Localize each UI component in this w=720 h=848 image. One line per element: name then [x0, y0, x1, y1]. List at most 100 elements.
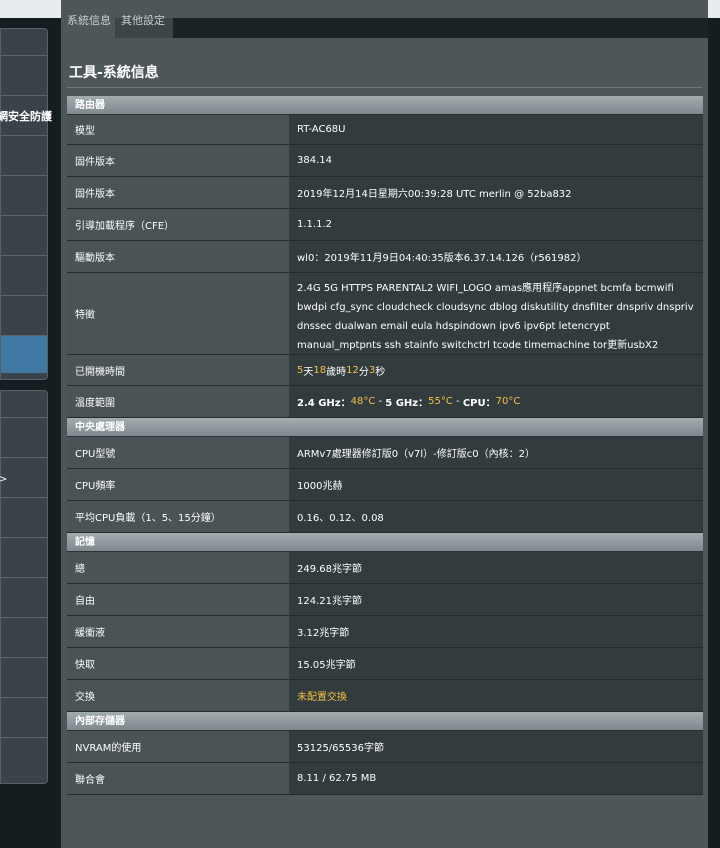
sidebar-group-2: >: [0, 390, 48, 784]
table-row: NVRAM的使用 53125/65536字節: [67, 731, 703, 763]
chevron-right-icon: >: [0, 474, 8, 485]
row-value: 8.11 / 62.75 MB: [289, 763, 703, 794]
uptime-hours: 18: [313, 364, 327, 376]
row-key: CPU頻率: [67, 469, 289, 500]
row-value: 1.1.1.2: [289, 209, 703, 240]
table-row: CPU頻率 1000兆赫: [67, 469, 703, 501]
sidebar-item-label: 網安全防護: [0, 110, 52, 123]
row-key: 引導加載程序（CFE）: [67, 209, 289, 240]
temp-5-value: 55°C: [428, 396, 453, 407]
row-value: 2.4G 5G HTTPS PARENTAL2 WIFI_LOGO amas應用…: [289, 273, 703, 370]
uptime-hours-unit: 歲: [326, 366, 337, 378]
sidebar-item[interactable]: [1, 537, 47, 577]
row-key: 聯合會: [67, 763, 289, 794]
row-key: 溫度範圍: [67, 386, 289, 417]
sidebar-item[interactable]: [1, 417, 47, 457]
sidebar-item[interactable]: [1, 737, 47, 777]
table-row: 自由 124.21兆字節: [67, 584, 703, 616]
row-value: RT-AC68U: [289, 115, 703, 144]
uptime-value: 5 天 18 歲時 12 分 3 秒: [289, 355, 703, 385]
table-row-features: 特徵 2.4G 5G HTTPS PARENTAL2 WIFI_LOGO ama…: [67, 273, 703, 370]
sidebar-item[interactable]: [1, 697, 47, 737]
sidebar-item[interactable]: [1, 255, 47, 295]
section-header-memory: 記憶: [67, 533, 703, 552]
temperature-value: 2.4 GHz： 48°C - 5 GHz： 55°C - CPU： 70°C: [289, 386, 703, 417]
row-key: NVRAM的使用: [67, 731, 289, 762]
sidebar-item-active[interactable]: [1, 335, 47, 373]
page-title: 工具-系統信息: [69, 65, 159, 81]
row-key: 固件版本: [67, 145, 289, 176]
table-row: 固件版本 2019年12月14日星期六00:39:28 UTC merlin @…: [67, 177, 703, 209]
section-header-cpu: 中央處理器: [67, 418, 703, 437]
table-row: 緩衝液 3.12兆字節: [67, 616, 703, 648]
section-header-storage: 內部存儲器: [67, 712, 703, 731]
table-row: 模型 RT-AC68U: [67, 115, 703, 145]
sidebar-item[interactable]: [1, 29, 47, 55]
table-row-temperature: 溫度範圍 2.4 GHz： 48°C - 5 GHz： 55°C - CPU： 70°…: [67, 386, 703, 418]
table-row: 引導加載程序（CFE） 1.1.1.2: [67, 209, 703, 241]
sidebar-item[interactable]: [1, 55, 47, 95]
tab-bar: 系統信息 其他設定: [61, 15, 708, 38]
row-key: 交換: [67, 680, 289, 711]
row-value: 1000兆赫: [289, 469, 703, 500]
table-row: CPU型號 ARMv7處理器修訂版0（v7l）-修訂版c0（內核：2）: [67, 437, 703, 469]
row-key: 總: [67, 552, 289, 583]
uptime-minutes-prefix: 時: [336, 366, 347, 378]
row-value: ARMv7處理器修訂版0（v7l）-修訂版c0（內核：2）: [289, 437, 703, 468]
row-key: 模型: [67, 115, 289, 144]
sidebar-item[interactable]: [1, 175, 47, 215]
row-value: 53125/65536字節: [289, 731, 703, 762]
section-header-router: 路由器: [67, 96, 703, 115]
temp-5-label: 5 GHz：: [385, 398, 429, 409]
row-key: 驅動版本: [67, 241, 289, 272]
sidebar-item[interactable]: [1, 215, 47, 255]
sidebar-item[interactable]: [1, 295, 47, 335]
sidebar-item[interactable]: [1, 135, 47, 175]
table-row: 驅動版本 wl0：2019年11月9日04:40:35版本6.37.14.126…: [67, 241, 703, 273]
main-panel: 系統信息 其他設定 工具-系統信息 路由器 模型 RT-AC68U 固件版本 3…: [61, 0, 708, 848]
row-key: 緩衝液: [67, 616, 289, 647]
sidebar-item[interactable]: >: [0, 457, 47, 497]
row-key: 平均CPU負載（1、5、15分鐘）: [67, 501, 289, 532]
tab-bar-filler: [173, 18, 708, 38]
table-row: 總 249.68兆字節: [67, 552, 703, 584]
row-value: 249.68兆字節: [289, 552, 703, 583]
table-row: 快取 15.05兆字節: [67, 648, 703, 680]
uptime-seconds-unit: 秒: [375, 366, 386, 378]
row-value: wl0：2019年11月9日04:40:35版本6.37.14.126（r561…: [289, 241, 703, 272]
sidebar-item[interactable]: [1, 391, 47, 417]
sidebar-item[interactable]: [1, 577, 47, 617]
sidebar-group-1: 網安全防護: [0, 28, 52, 380]
row-value: 未配置交換: [289, 680, 703, 711]
uptime-minutes-unit: 分: [358, 366, 369, 378]
row-key: CPU型號: [67, 437, 289, 468]
row-key: 已開機時間: [67, 355, 289, 385]
temp-cpu-label: CPU：: [462, 398, 496, 409]
row-value: 0.16、0.12、0.08: [289, 501, 703, 532]
system-info-table: 路由器 模型 RT-AC68U 固件版本 384.14 固件版本 2019年12…: [67, 96, 703, 795]
title-divider: [67, 87, 702, 88]
table-row-uptime: 已開機時間 5 天 18 歲時 12 分 3 秒: [67, 355, 703, 386]
row-key: 自由: [67, 584, 289, 615]
temp-sep: -: [452, 396, 463, 407]
row-value: 124.21兆字節: [289, 584, 703, 615]
uptime-minutes: 12: [346, 364, 359, 376]
row-value: 2019年12月14日星期六00:39:28 UTC merlin @ 52ba…: [289, 177, 703, 208]
row-key: 特徵: [67, 273, 289, 354]
tab-system-info[interactable]: 系統信息: [61, 15, 121, 38]
uptime-days-unit: 天: [303, 366, 314, 378]
row-value: 15.05兆字節: [289, 648, 703, 679]
sidebar-item[interactable]: [1, 497, 47, 537]
temp-24-value: 48°C: [350, 396, 376, 407]
table-row: 交換 未配置交換: [67, 680, 703, 712]
table-row: 固件版本 384.14: [67, 145, 703, 177]
sidebar-item[interactable]: [1, 617, 47, 657]
sidebar: 網安全防護 >: [0, 28, 52, 784]
sidebar-item-security[interactable]: 網安全防護: [0, 95, 52, 135]
row-key: 固件版本: [67, 177, 289, 208]
sidebar-item[interactable]: [1, 657, 47, 697]
temp-cpu-value: 70°C: [495, 396, 521, 407]
table-row: 聯合會 8.11 / 62.75 MB: [67, 763, 703, 795]
temp-24-label: 2.4 GHz：: [297, 398, 351, 409]
table-row: 平均CPU負載（1、5、15分鐘） 0.16、0.12、0.08: [67, 501, 703, 533]
